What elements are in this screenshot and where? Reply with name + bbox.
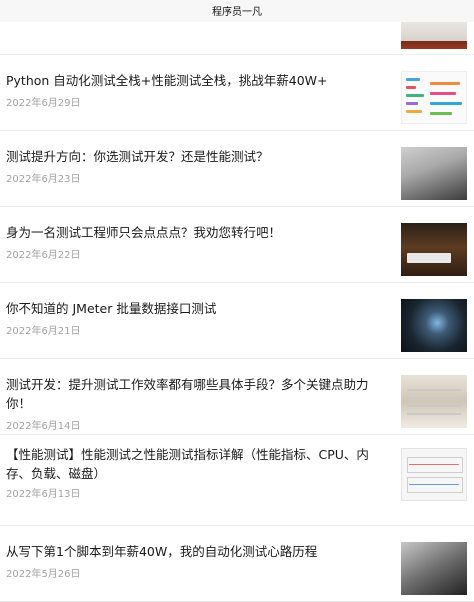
- article-title: 测试提升方向：你选测试开发？还是性能测试？: [6, 149, 269, 164]
- article-date: 2022年6月22日: [6, 250, 81, 261]
- article-title: 从写下第1个脚本到年薪40W，我的自动化测试心路历程: [6, 544, 318, 559]
- article-date: 2022年6月13日: [6, 489, 81, 500]
- article-date: 2022年6月29日: [6, 98, 81, 109]
- article-title: 测试开发：提升测试工作效率都有哪些具体手段？多个关键点助力你！: [6, 377, 369, 411]
- article-date: 2022年5月26日: [6, 569, 81, 580]
- article-date: 2022年6月14日: [6, 421, 81, 432]
- article-list: Python 自动化测试全栈+性能测试全栈，挑战年薪40W+ 2022年6月29…: [0, 55, 474, 602]
- mind-map-thumbnail: [401, 71, 467, 124]
- cables-thumbnail: [401, 299, 467, 352]
- article-title: 你不知道的 JMeter 批量数据接口测试: [6, 301, 217, 316]
- app-header: 程序员一凡: [0, 0, 474, 22]
- article-item[interactable]: 从写下第1个脚本到年薪40W，我的自动化测试心路历程 2022年5月26日: [0, 526, 474, 602]
- charts-screenshot-thumbnail: [401, 448, 467, 501]
- article-title: 【性能测试】性能测试之性能测试指标详解（性能指标、CPU、内存、负载、磁盘）: [6, 447, 369, 481]
- desk-papers-thumbnail: [401, 375, 467, 428]
- article-item[interactable]: 测试开发：提升测试工作效率都有哪些具体手段？多个关键点助力你！ 2022年6月1…: [0, 359, 474, 435]
- article-date: 2022年6月23日: [6, 174, 81, 185]
- article-item[interactable]: 你不知道的 JMeter 批量数据接口测试 2022年6月21日: [0, 283, 474, 359]
- previous-article-partial[interactable]: [0, 22, 474, 55]
- article-item[interactable]: 测试提升方向：你选测试开发？还是性能测试？ 2022年6月23日: [0, 131, 474, 207]
- keyboard-desk-thumbnail: [401, 223, 467, 276]
- laptop-thumbnail: [401, 147, 467, 200]
- article-item[interactable]: 【性能测试】性能测试之性能测试指标详解（性能指标、CPU、内存、负载、磁盘） 2…: [0, 435, 474, 526]
- article-title: Python 自动化测试全栈+性能测试全栈，挑战年薪40W+: [6, 73, 328, 88]
- account-name: 程序员一凡: [212, 7, 262, 18]
- article-title: 身为一名测试工程师只会点点点？我劝您转行吧！: [6, 225, 282, 240]
- article-item[interactable]: Python 自动化测试全栈+性能测试全栈，挑战年薪40W+ 2022年6月29…: [0, 55, 474, 131]
- laptop-dark-thumbnail: [401, 542, 467, 595]
- article-item[interactable]: 身为一名测试工程师只会点点点？我劝您转行吧！ 2022年6月22日: [0, 207, 474, 283]
- article-thumbnail: [401, 22, 467, 49]
- article-date: 2022年6月21日: [6, 326, 81, 337]
